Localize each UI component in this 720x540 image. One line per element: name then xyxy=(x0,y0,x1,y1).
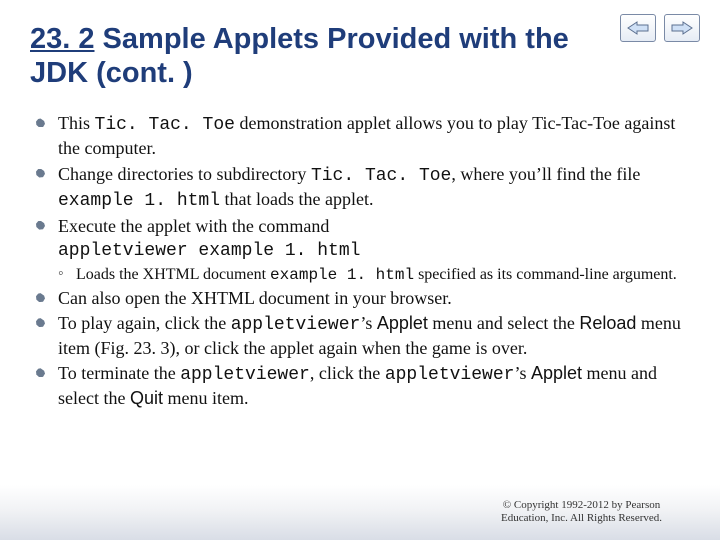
back-arrow-icon xyxy=(627,21,649,35)
slide: 23. 2 Sample Applets Provided with the J… xyxy=(0,0,720,540)
nav-controls xyxy=(620,14,700,42)
slide-title: 23. 2 Sample Applets Provided with the J… xyxy=(30,22,630,90)
text: specified as its command-line argument. xyxy=(414,266,677,283)
ui-term: Applet xyxy=(377,313,428,333)
text: To play again, click the xyxy=(58,313,231,333)
text: Change directories to subdirectory xyxy=(58,164,311,184)
ui-term: Quit xyxy=(130,388,163,408)
ui-term: Applet xyxy=(531,363,582,383)
ui-term: Reload xyxy=(579,313,636,333)
list-item: Change directories to subdirectory Tic. … xyxy=(30,163,692,213)
bullet-list: This Tic. Tac. Toe demonstration applet … xyxy=(30,112,692,410)
nav-back-button[interactable] xyxy=(620,14,656,42)
text: Loads the XHTML document xyxy=(76,266,270,283)
code-text: example 1. html xyxy=(58,191,220,211)
code-text: appletviewer xyxy=(231,315,361,335)
list-item: To play again, click the appletviewer’s … xyxy=(30,312,692,360)
text: To terminate the xyxy=(58,363,180,383)
code-text: Tic. Tac. Toe xyxy=(311,166,451,186)
sub-list-item: Loads the XHTML document example 1. html… xyxy=(58,265,692,285)
text: Execute the applet with the command xyxy=(58,216,329,236)
text: , click the xyxy=(310,363,385,383)
text: menu and select the xyxy=(428,313,579,333)
copyright-footer: © Copyright 1992-2012 by Pearson Educati… xyxy=(501,499,662,527)
text: ’s xyxy=(514,363,531,383)
nav-forward-button[interactable] xyxy=(664,14,700,42)
sub-list: Loads the XHTML document example 1. html… xyxy=(58,265,692,285)
text: , where you’ll find the file xyxy=(451,164,640,184)
list-item: To terminate the appletviewer, click the… xyxy=(30,362,692,410)
section-number: 23. 2 xyxy=(30,23,95,55)
list-item: This Tic. Tac. Toe demonstration applet … xyxy=(30,112,692,160)
text: menu item. xyxy=(163,388,248,408)
code-text: appletviewer xyxy=(180,365,310,385)
forward-arrow-icon xyxy=(671,21,693,35)
title-text: Sample Applets Provided with the JDK (co… xyxy=(30,23,569,89)
text: This xyxy=(58,113,95,133)
list-item: Can also open the XHTML document in your… xyxy=(30,287,692,310)
code-text: appletviewer xyxy=(385,365,515,385)
code-text: example 1. html xyxy=(270,266,414,284)
code-text: appletviewer example 1. html xyxy=(58,241,360,261)
code-text: Tic. Tac. Toe xyxy=(95,115,235,135)
list-item: Execute the applet with the command appl… xyxy=(30,215,692,286)
text: Can also open the XHTML document in your… xyxy=(58,288,452,308)
text: that loads the applet. xyxy=(220,189,373,209)
text: ’s xyxy=(360,313,377,333)
